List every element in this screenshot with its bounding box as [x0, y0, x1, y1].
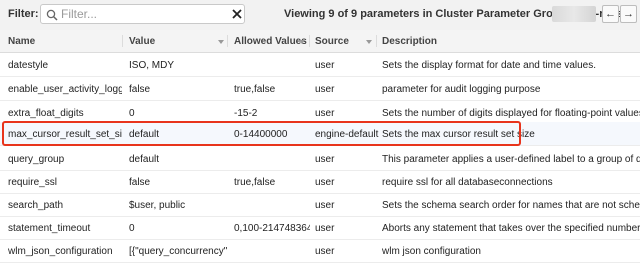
table-row[interactable]: datestyle ISO, MDY user Sets the display… — [0, 53, 640, 77]
sort-icon[interactable] — [299, 40, 305, 44]
search-icon — [46, 9, 58, 21]
param-name: max_cursor_result_set_size — [8, 129, 122, 140]
column-divider — [122, 35, 123, 47]
column-divider — [309, 35, 310, 47]
param-source: user — [315, 84, 335, 95]
clear-icon[interactable] — [229, 6, 245, 22]
filter-input[interactable] — [61, 6, 211, 22]
arrow-left-icon: ← — [605, 8, 616, 20]
param-name: require_ssl — [8, 177, 57, 188]
column-header-allowed-values[interactable]: Allowed Values — [234, 36, 307, 47]
param-description: Sets the max cursor result set size — [382, 129, 535, 140]
next-page-button[interactable]: → — [620, 5, 637, 23]
param-value: default — [129, 129, 160, 140]
param-source: user — [315, 154, 335, 165]
param-value: 0 — [129, 223, 135, 234]
sort-icon[interactable] — [366, 40, 372, 44]
table-row[interactable]: search_path $user, public user Sets the … — [0, 193, 640, 217]
param-source: user — [315, 200, 335, 211]
param-source: user — [315, 246, 335, 257]
sort-icon[interactable] — [218, 40, 224, 44]
param-name: statement_timeout — [8, 223, 91, 234]
param-name: extra_float_digits — [8, 108, 84, 119]
param-description: parameter for audit logging purpose — [382, 84, 541, 95]
param-allowed-values: -15-2 — [234, 108, 258, 119]
param-description: Sets the number of digits displayed for … — [382, 108, 640, 119]
param-description: require ssl for all databaseconnections — [382, 177, 553, 188]
param-value: false — [129, 84, 151, 95]
prev-page-button[interactable]: ← — [602, 5, 619, 23]
param-allowed-values: true,false — [234, 177, 276, 188]
param-value: false — [129, 177, 151, 188]
param-value: ISO, MDY — [129, 60, 175, 71]
table-header: Name Value Allowed Values Source Descrip… — [0, 30, 640, 53]
table-row[interactable]: statement_timeout 0 0,100-2147483647 use… — [0, 216, 640, 240]
param-value: [{"query_concurrency":5}] — [129, 246, 227, 257]
column-header-name[interactable]: Name — [8, 36, 35, 47]
column-header-source[interactable]: Source — [315, 36, 349, 47]
table-row-selected[interactable]: max_cursor_result_set_size default 0-144… — [0, 122, 640, 146]
param-allowed-values: true,false — [234, 84, 276, 95]
param-description: wlm json configuration — [382, 246, 481, 257]
param-description: Sets the schema search order for names t… — [382, 200, 640, 211]
column-divider — [227, 35, 228, 47]
param-value: 0 — [129, 108, 135, 119]
table-row[interactable]: enable_user_activity_logging false true,… — [0, 77, 640, 101]
filter-field[interactable] — [40, 4, 245, 24]
param-name: wlm_json_configuration — [8, 246, 113, 257]
param-name: search_path — [8, 200, 64, 211]
param-source: user — [315, 223, 335, 234]
filter-label: Filter: — [8, 8, 39, 20]
param-allowed-values: 0-14400000 — [234, 129, 288, 140]
param-name: query_group — [8, 154, 65, 165]
arrow-right-icon: → — [623, 8, 634, 20]
filter-toolbar: Filter: Viewing 9 of 9 parameters in Clu… — [0, 0, 640, 31]
column-header-description[interactable]: Description — [382, 36, 437, 47]
param-source: user — [315, 177, 335, 188]
param-description: Sets the display format for date and tim… — [382, 60, 596, 71]
column-divider — [376, 35, 377, 47]
column-header-value[interactable]: Value — [129, 36, 155, 47]
param-source: engine-default — [315, 129, 379, 140]
param-source: user — [315, 60, 335, 71]
param-allowed-values: 0,100-2147483647 — [234, 223, 310, 234]
table-row[interactable]: query_group default user This parameter … — [0, 147, 640, 171]
param-value: $user, public — [129, 200, 186, 211]
param-name: datestyle — [8, 60, 49, 71]
redacted-group-name — [552, 6, 596, 22]
param-description: Aborts any statement that takes over the… — [382, 223, 640, 234]
param-description: This parameter applies a user-defined la… — [382, 154, 640, 165]
param-name: enable_user_activity_logging — [8, 84, 122, 95]
table-row[interactable]: wlm_json_configuration [{"query_concurre… — [0, 239, 640, 263]
table-row[interactable]: require_ssl false true,false user requir… — [0, 170, 640, 194]
param-value: default — [129, 154, 160, 165]
param-source: user — [315, 108, 335, 119]
